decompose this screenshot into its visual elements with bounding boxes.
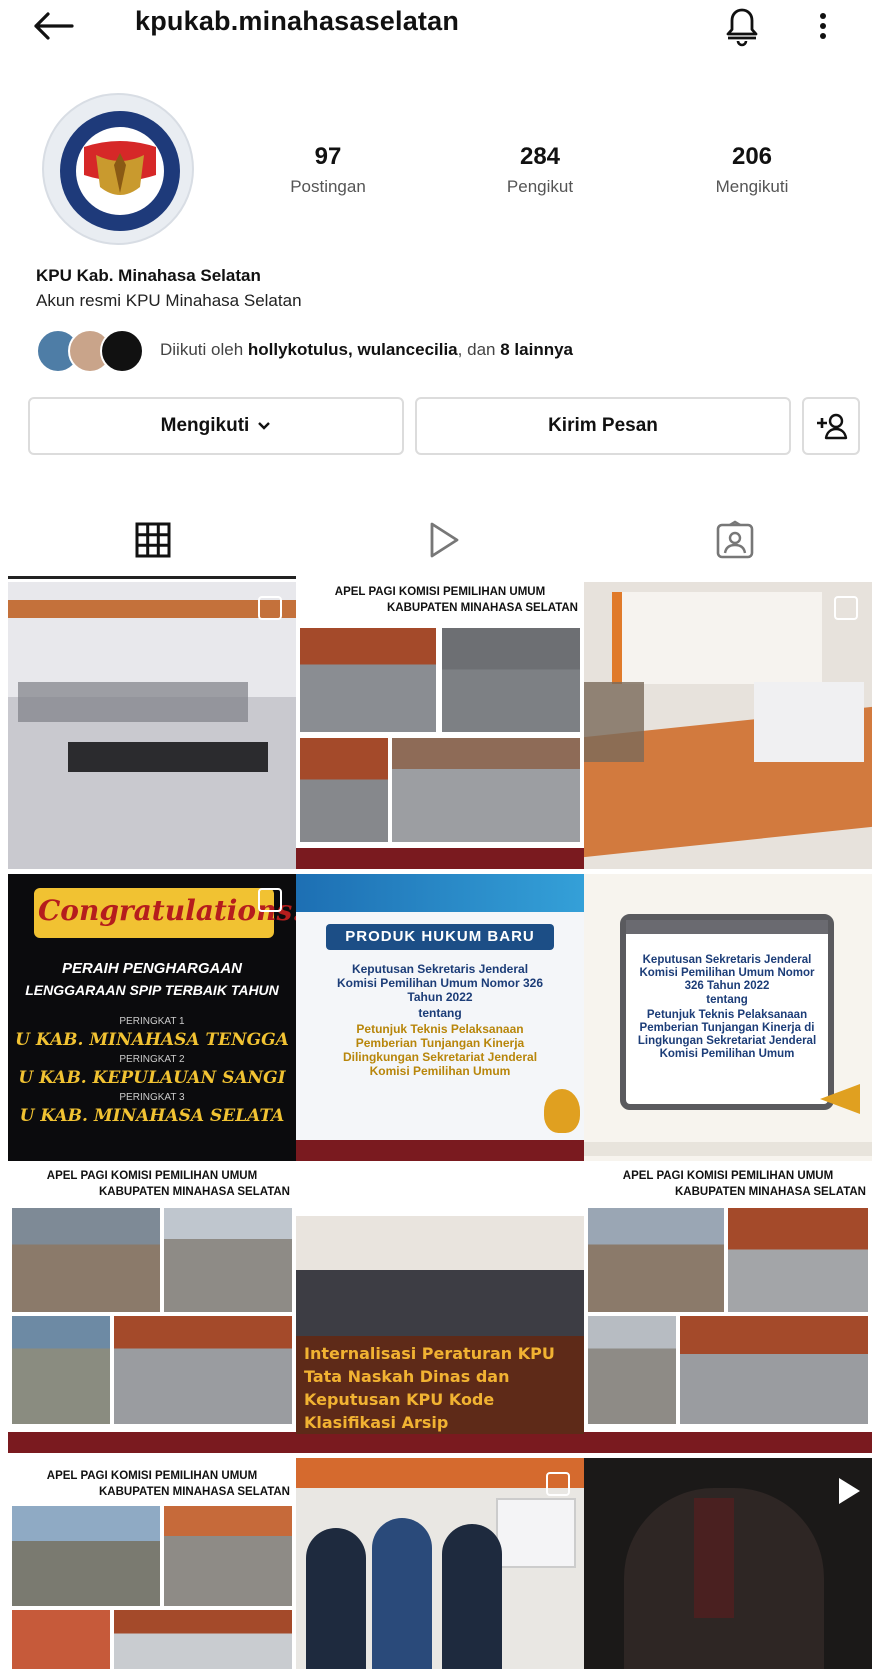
post-tile-9[interactable]: APEL PAGI KOMISI PEMILIHAN UMUM KABUPATE… bbox=[584, 1166, 872, 1453]
play-icon bbox=[424, 520, 462, 560]
following-button-label: Mengikuti bbox=[160, 415, 250, 436]
post-caption: KABUPATEN MINAHASA SELATAN bbox=[386, 602, 578, 614]
post-caption: PERINGKAT 2 bbox=[119, 1054, 185, 1065]
post-caption: U KAB. MINAHASA SELATA bbox=[19, 1106, 285, 1126]
following-count: 206 bbox=[731, 143, 773, 170]
mutual-followers[interactable]: Diikuti oleh hollykotulus, wulancecilia,… bbox=[36, 328, 573, 374]
add-user-button[interactable] bbox=[802, 397, 860, 455]
post-caption: PRODUK HUKUM BARU bbox=[345, 928, 535, 945]
post-caption: Petunjuk Teknis Pelaksanaan Pemberian Tu… bbox=[342, 1022, 538, 1078]
mutual-follower-avatar bbox=[100, 329, 144, 373]
posts-count: 97 bbox=[314, 143, 342, 170]
followers-count: 284 bbox=[519, 143, 561, 170]
reel-play-icon bbox=[836, 1476, 862, 1506]
profile-avatar[interactable] bbox=[42, 93, 194, 245]
followers-label: Pengikut bbox=[506, 177, 574, 196]
post-tile-3[interactable] bbox=[584, 582, 872, 869]
post-caption: Keputusan Sekretaris Jenderal Komisi Pem… bbox=[639, 954, 815, 992]
multi-photo-icon bbox=[258, 596, 282, 620]
post-caption: tentang bbox=[418, 1006, 462, 1020]
post-tile-4[interactable]: Congratulations! PERAIH PENGHARGAAN LENG… bbox=[8, 874, 296, 1161]
post-caption: APEL PAGI KOMISI PEMILIHAN UMUM bbox=[622, 1170, 834, 1182]
post-tile-7[interactable]: APEL PAGI KOMISI PEMILIHAN UMUM KABUPATE… bbox=[8, 1166, 296, 1453]
following-label: Mengikuti bbox=[715, 177, 789, 196]
multi-photo-icon bbox=[834, 596, 858, 620]
send-message-button[interactable]: Kirim Pesan bbox=[415, 397, 791, 455]
post-caption: PERINGKAT 1 bbox=[119, 1016, 185, 1027]
tagged-person-icon bbox=[715, 520, 755, 560]
post-tile-11[interactable] bbox=[296, 1458, 584, 1669]
profile-full-name: KPU Kab. Minahasa Selatan bbox=[36, 266, 261, 285]
notification-bell-icon[interactable] bbox=[720, 4, 764, 48]
multi-photo-icon bbox=[258, 888, 282, 912]
post-caption: KABUPATEN MINAHASA SELATAN bbox=[674, 1186, 866, 1198]
stat-followers[interactable]: 284 Pengikut bbox=[470, 143, 610, 197]
profile-username: kpukab.minahasaselatan bbox=[135, 6, 460, 36]
back-arrow-icon[interactable] bbox=[32, 6, 80, 46]
tab-reels[interactable] bbox=[298, 510, 588, 570]
add-person-icon bbox=[814, 411, 848, 441]
post-caption: APEL PAGI KOMISI PEMILIHAN UMUM bbox=[334, 586, 546, 598]
post-tile-1[interactable] bbox=[8, 582, 296, 869]
mutual-followers-text: Diikuti oleh hollykotulus, wulancecilia,… bbox=[160, 340, 573, 359]
post-caption: Internalisasi Peraturan KPU Tata Naskah … bbox=[304, 1344, 555, 1432]
post-caption: KABUPATEN MINAHASA SELATAN bbox=[98, 1486, 290, 1498]
post-tile-12[interactable] bbox=[584, 1458, 872, 1669]
post-caption: U KAB. KEPULAUAN SANGI bbox=[18, 1068, 286, 1088]
post-caption: PERINGKAT 3 bbox=[119, 1092, 185, 1103]
more-options-icon[interactable] bbox=[808, 4, 838, 48]
stat-posts[interactable]: 97 Postingan bbox=[258, 143, 398, 197]
profile-bio: Akun resmi KPU Minahasa Selatan bbox=[36, 291, 302, 310]
stat-following[interactable]: 206 Mengikuti bbox=[682, 143, 822, 197]
send-message-label: Kirim Pesan bbox=[548, 415, 658, 436]
tab-tagged[interactable] bbox=[590, 510, 872, 570]
posts-label: Postingan bbox=[290, 177, 366, 196]
post-tile-8[interactable]: Internalisasi Peraturan KPU Tata Naskah … bbox=[296, 1166, 584, 1453]
grid-icon bbox=[134, 521, 172, 559]
post-tile-6[interactable]: Keputusan Sekretaris Jenderal Komisi Pem… bbox=[584, 874, 872, 1161]
post-caption: Congratulations! bbox=[38, 894, 296, 927]
post-caption: PERAIH PENGHARGAAN bbox=[61, 960, 242, 977]
post-caption: Keputusan Sekretaris Jenderal Komisi Pem… bbox=[336, 962, 544, 1004]
post-caption: APEL PAGI KOMISI PEMILIHAN UMUM bbox=[46, 1470, 258, 1482]
active-tab-indicator bbox=[8, 576, 296, 579]
post-tile-10[interactable]: APEL PAGI KOMISI PEMILIHAN UMUM KABUPATE… bbox=[8, 1458, 296, 1669]
post-caption: Petunjuk Teknis Pelaksanaan Pemberian Tu… bbox=[637, 1009, 817, 1060]
post-tile-5[interactable]: PRODUK HUKUM BARU Keputusan Sekretaris J… bbox=[296, 874, 584, 1161]
post-caption: KABUPATEN MINAHASA SELATAN bbox=[98, 1186, 290, 1198]
chevron-down-icon bbox=[257, 421, 271, 431]
post-caption: LENGGARAAN SPIP TERBAIK TAHUN bbox=[25, 982, 279, 998]
multi-photo-icon bbox=[546, 1472, 570, 1496]
post-caption: APEL PAGI KOMISI PEMILIHAN UMUM bbox=[46, 1170, 258, 1182]
following-dropdown-button[interactable]: Mengikuti bbox=[28, 397, 404, 455]
post-caption: U KAB. MINAHASA TENGGA bbox=[15, 1030, 289, 1050]
top-bar: kpukab.minahasaselatan bbox=[0, 0, 872, 48]
post-tile-2[interactable]: APEL PAGI KOMISI PEMILIHAN UMUM KABUPATE… bbox=[296, 582, 584, 869]
tab-grid[interactable] bbox=[8, 510, 298, 570]
post-caption: tentang bbox=[706, 994, 748, 1006]
